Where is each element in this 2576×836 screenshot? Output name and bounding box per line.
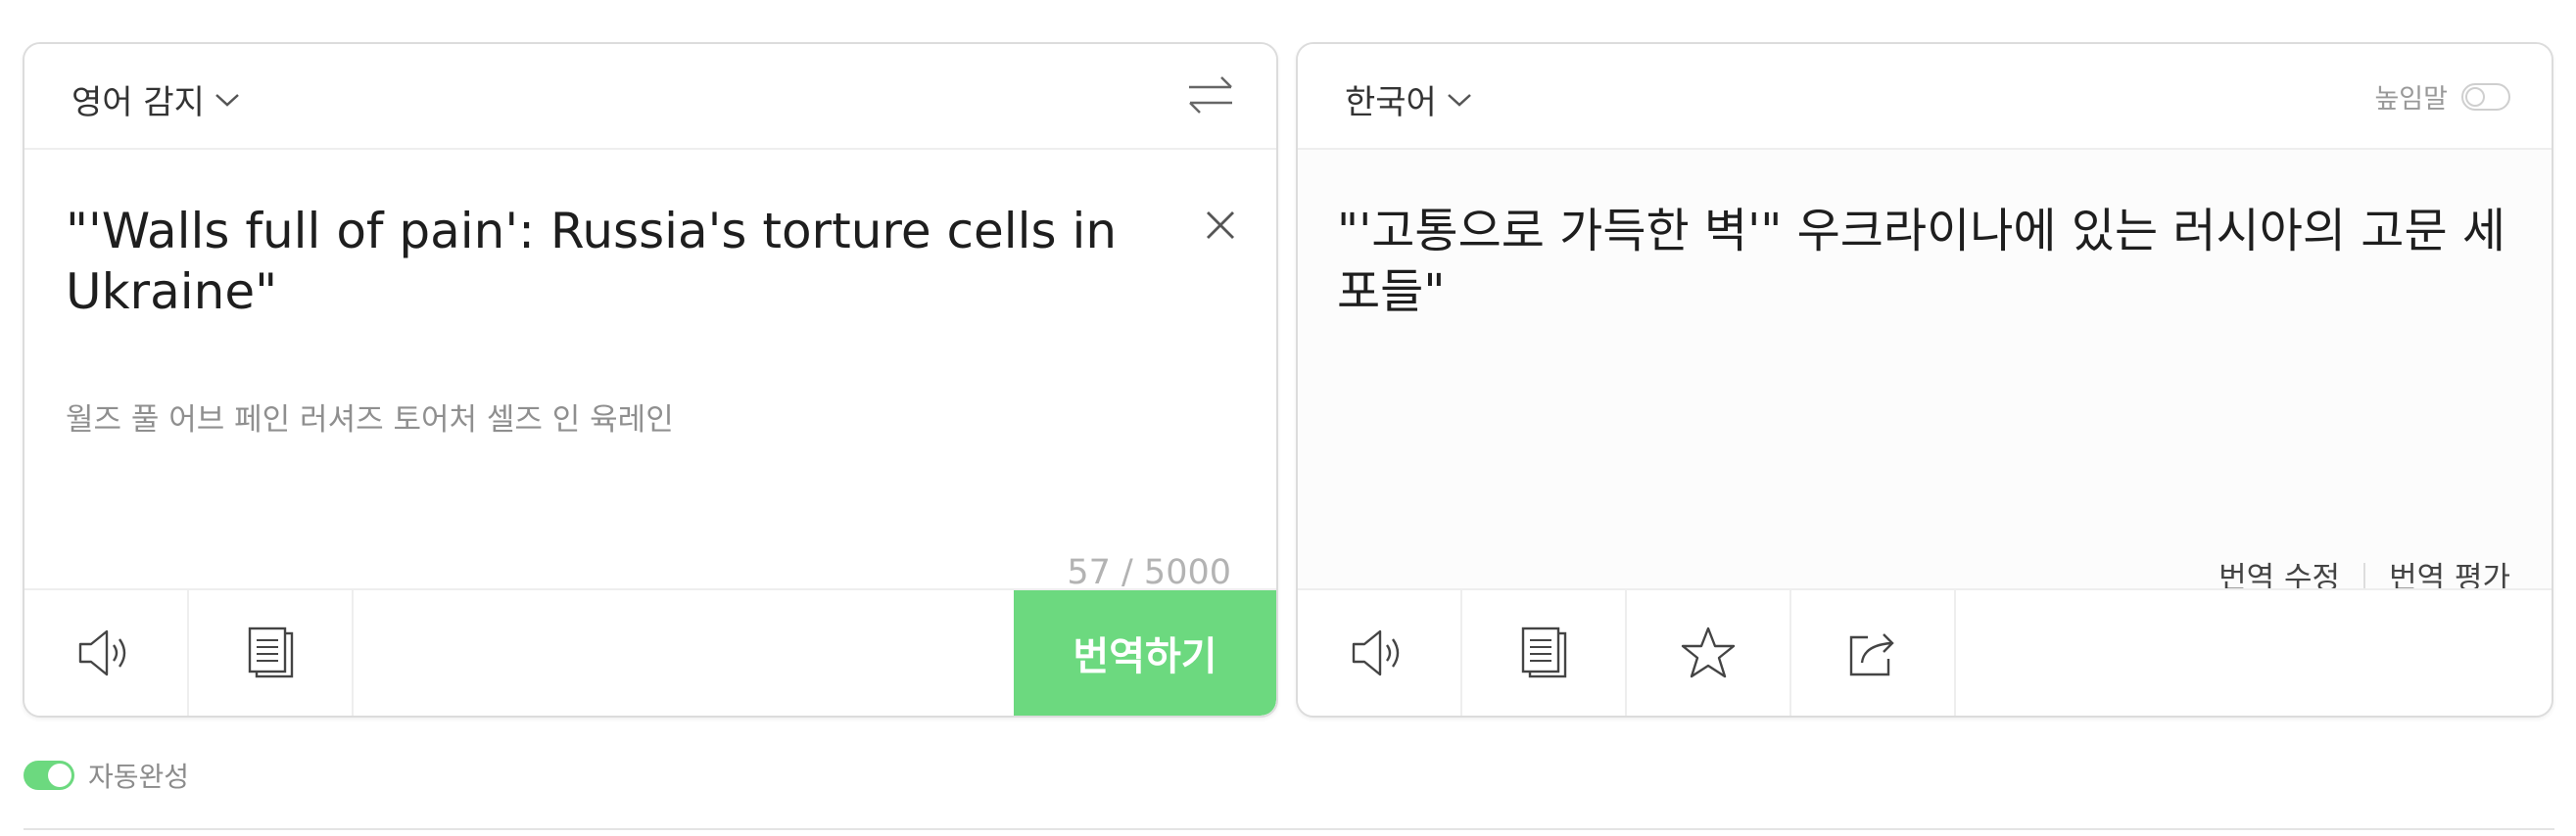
speaker-icon — [78, 629, 126, 676]
swap-icon[interactable] — [1186, 73, 1235, 116]
target-panel-header: 한국어 높임말 — [1298, 44, 2552, 150]
source-toolbar: 번역하기 — [24, 588, 1276, 716]
source-text-area[interactable]: "'Walls full of pain': Russia's torture … — [66, 201, 1153, 322]
target-panel: 한국어 높임말 "'고통으로 가득한 벽'" 우크라이나에 있는 러시아의 고문… — [1296, 42, 2553, 718]
close-icon[interactable] — [1204, 209, 1237, 242]
chevron-down-icon — [1448, 93, 1471, 107]
translation-result: "'고통으로 가득한 벽'" 우크라이나에 있는 러시아의 고문 세포들" — [1337, 204, 2506, 319]
share-icon — [1849, 633, 1894, 676]
source-language-select[interactable]: 영어 감지 — [72, 75, 240, 123]
honorific-option: 높임말 — [2374, 77, 2510, 116]
autocomplete-option: 자동완성 — [24, 756, 189, 795]
honorific-label: 높임말 — [2374, 84, 2448, 115]
target-copy-button[interactable] — [1462, 590, 1627, 716]
copy-icon — [1521, 627, 1567, 678]
honorific-toggle[interactable] — [2461, 82, 2510, 111]
speaker-icon — [1352, 629, 1400, 676]
autocomplete-toggle[interactable] — [24, 761, 74, 790]
target-language-select[interactable]: 한국어 — [1345, 75, 1472, 123]
source-language-label: 영어 감지 — [72, 83, 205, 122]
copy-icon — [248, 627, 294, 678]
target-language-label: 한국어 — [1345, 83, 1437, 122]
divider — [24, 828, 2554, 830]
share-button[interactable] — [1791, 590, 1956, 716]
translate-button[interactable]: 번역하기 — [1014, 590, 1276, 716]
divider — [2363, 562, 2366, 588]
autocomplete-label: 자동완성 — [88, 761, 190, 793]
source-copy-button[interactable] — [189, 590, 354, 716]
source-panel-header: 영어 감지 — [24, 44, 1276, 150]
source-panel: 영어 감지 "'Walls full of pain': Russia's to… — [23, 42, 1278, 718]
pronunciation-text: 월즈 풀 어브 페인 러셔즈 토어처 셀즈 인 육레인 — [66, 402, 674, 438]
target-listen-button[interactable] — [1298, 590, 1462, 716]
source-listen-button[interactable] — [24, 590, 189, 716]
favorite-button[interactable] — [1627, 590, 1791, 716]
chevron-down-icon — [215, 93, 239, 107]
star-icon — [1681, 627, 1736, 678]
character-count: 57 / 5000 — [1067, 553, 1231, 592]
target-toolbar — [1298, 588, 2552, 716]
